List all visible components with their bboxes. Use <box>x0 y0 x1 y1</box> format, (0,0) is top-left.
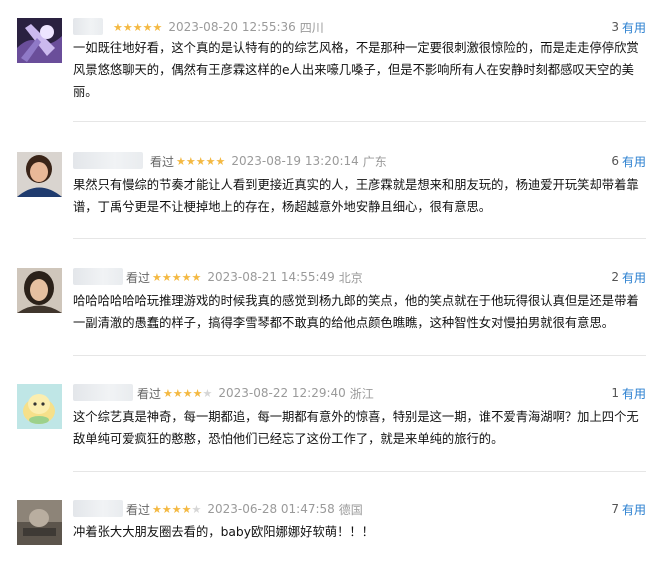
useful-count: 6 <box>611 154 619 168</box>
review-meta: 看过 ★★★★★ 2023-08-22 12:29:40 浙江 <box>137 384 374 402</box>
useful-vote[interactable]: 2 有用 <box>611 268 646 286</box>
watch-status: 看过 <box>137 386 162 401</box>
useful-button[interactable]: 有用 <box>622 269 646 286</box>
rating-stars: ★★★★★ <box>163 386 213 400</box>
review-time: 2023-08-22 12:29:40 <box>218 386 346 400</box>
rating-stars: ★★★★★ <box>152 502 202 516</box>
review-content: 一如既往地好看，这个真的是认特有的的综艺风格，不是那种一定要很刺激很惊险的，而是… <box>73 41 639 99</box>
review-content: 哈哈哈哈哈哈玩推理游戏的时候我真的感觉到杨九郎的笑点，他的笑点就在于他玩得很认真… <box>73 294 639 330</box>
review-location: 德国 <box>338 502 363 517</box>
useful-vote[interactable]: 1 有用 <box>611 384 646 402</box>
divider <box>73 238 646 239</box>
review-content: 冲着张大大朋友圈去看的，baby欧阳娜娜好软萌！！！ <box>73 525 374 539</box>
useful-count: 3 <box>611 20 619 34</box>
review-content: 果然只有慢综的节奏才能让人看到更接近真实的人，王彦霖就是想来和朋友玩的，杨迪爱开… <box>73 178 639 214</box>
username-blurred[interactable] <box>73 500 123 517</box>
useful-count: 2 <box>611 270 619 284</box>
review-location: 浙江 <box>349 386 374 401</box>
review-meta: 看过 ★★★★★ 2023-08-21 14:55:49 北京 <box>126 268 363 286</box>
username-blurred[interactable] <box>73 268 123 285</box>
review-time: 2023-08-21 14:55:49 <box>207 270 335 284</box>
review-location: 广东 <box>362 154 387 169</box>
review-meta: 看过 ★★★★★ 2023-08-19 13:20:14 广东 <box>150 152 387 170</box>
review-meta: 看过 ★★★★★ 2023-06-28 01:47:58 德国 <box>126 500 363 518</box>
useful-button[interactable]: 有用 <box>622 385 646 402</box>
review-time: 2023-06-28 01:47:58 <box>207 502 335 516</box>
divider <box>73 471 646 472</box>
avatar[interactable] <box>17 384 62 429</box>
watch-status: 看过 <box>150 154 175 169</box>
review-meta: ★★★★★ 2023-08-20 12:55:36 四川 <box>113 18 324 36</box>
divider <box>73 121 646 122</box>
useful-button[interactable]: 有用 <box>622 153 646 170</box>
useful-button[interactable]: 有用 <box>622 19 646 36</box>
divider <box>73 355 646 356</box>
avatar[interactable] <box>17 268 62 313</box>
useful-vote[interactable]: 3 有用 <box>611 18 646 36</box>
username-blurred[interactable] <box>73 152 143 169</box>
rating-stars: ★★★★★ <box>113 20 163 34</box>
username-blurred[interactable] <box>73 384 133 401</box>
review-time: 2023-08-20 12:55:36 <box>168 20 296 34</box>
avatar[interactable] <box>17 18 62 63</box>
avatar[interactable] <box>17 152 62 197</box>
rating-stars: ★★★★★ <box>176 154 226 168</box>
rating-stars: ★★★★★ <box>152 270 202 284</box>
useful-button[interactable]: 有用 <box>622 501 646 518</box>
useful-vote[interactable]: 7 有用 <box>611 500 646 518</box>
username-blurred[interactable] <box>73 18 103 35</box>
review-location: 四川 <box>299 20 324 35</box>
useful-vote[interactable]: 6 有用 <box>611 152 646 170</box>
watch-status: 看过 <box>126 502 151 517</box>
useful-count: 7 <box>611 502 619 516</box>
avatar[interactable] <box>17 500 62 545</box>
review-content: 这个综艺真是神奇，每一期都追，每一期都有意外的惊喜，特别是这一期，谁不爱青海湖啊… <box>73 410 639 446</box>
useful-count: 1 <box>611 386 619 400</box>
review-time: 2023-08-19 13:20:14 <box>231 154 359 168</box>
watch-status: 看过 <box>126 270 151 285</box>
review-location: 北京 <box>338 270 363 285</box>
